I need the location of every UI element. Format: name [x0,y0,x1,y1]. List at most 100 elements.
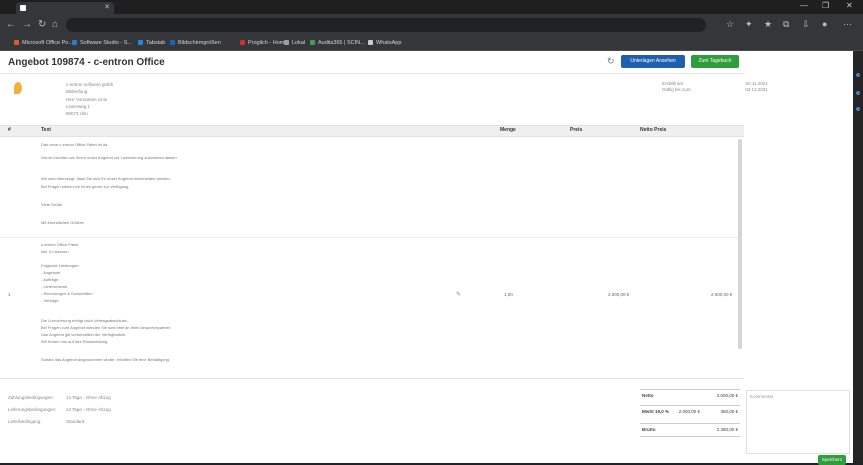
sidebar-dot-icon[interactable] [856,73,860,77]
offer-meta: Erstellt am: 03.11.2021 Gültig bis zum: … [662,81,768,93]
address-line: c-entron software gmbh [66,82,114,87]
vat-value: 380,00 € [720,409,738,414]
back-icon[interactable]: ← [6,19,16,31]
vat-base: 2.000,00 € [678,409,700,414]
delivery-terms-value: 14 Tage - Ohne Abzug [66,407,111,412]
col-text: Text [41,127,51,133]
item-line: - Rechnungen & Gutschriften [41,291,93,296]
close-tab-icon[interactable]: ✕ [104,2,110,14]
bookmark-item[interactable]: Tabstab [138,36,165,50]
total-row-vat: MwSt 19,0 % 2.000,00 € 380,00 € [640,405,740,418]
item-line: - Verträge [41,298,59,303]
item-line: - Aufträge [41,277,59,282]
payment-terms-value: 14 Tage - Ohne Abzug [66,395,111,400]
divider [0,73,744,74]
gross-value: 2.380,00 € [716,427,738,432]
bookmark-item[interactable]: Lokal [284,36,305,50]
page-title: Angebot 109874 - c-entron Office [8,57,165,68]
item-line: - Angebote [41,270,61,275]
bookmark-item[interactable]: Proglich - Home [240,36,287,50]
browser-tab-strip: ✕ — ❐ ✕ [0,0,863,14]
col-net-price: Netto Preis [640,127,667,133]
sidebar-dot-icon[interactable] [856,107,860,111]
gross-label: Brutto [642,427,656,432]
address-line: 89073 Ulm [66,111,88,117]
home-icon[interactable]: ⌂ [52,19,58,31]
profile-icon[interactable]: ● [822,19,827,29]
refresh-icon[interactable]: ↻ [607,56,615,67]
item-line: Wir freuen uns auf Ihre Rückmeldung. [41,339,109,344]
vat-label: MwSt 19,0 % [642,409,670,414]
delivery-condition-label: Lieferbedingung: [8,419,42,424]
bookmark-star-icon[interactable]: ☆ [726,19,734,30]
collections-icon[interactable]: ⧉ [783,19,789,30]
minimize-icon[interactable]: — [800,1,808,10]
logo-mark-icon [14,82,22,94]
sender-address: c-entron software gmbh Bildreifung Herr … [66,81,113,117]
bookmark-item[interactable]: Software Studio - S... [72,36,132,50]
company-logo [14,82,50,96]
reload-icon[interactable]: ↻ [38,19,46,31]
delivery-condition-value: Standard [66,419,85,424]
intro-line: Wir sind überzeugt, dass Sie sich für un… [41,176,171,181]
menu-icon[interactable]: ⋯ [843,19,852,30]
address-line: Bildreifung [66,89,88,95]
valid-until-value: 03.12.2021 [745,87,768,92]
intro-line: Gerne möchten wir Ihnen unser Angebot zu… [41,155,178,160]
net-label: Netto [642,393,654,398]
extension-icon[interactable]: ✦ [745,19,753,30]
col-price: Preis [570,127,583,133]
bookmarks-bar: Microsoft Office Po... Software Studio -… [0,36,863,51]
intro-line: Das neue c-entron Office Paket ist da. [41,142,109,147]
item-line: Folgende Leistungen: [41,263,80,268]
total-row-gross: Brutto 2.380,00 € [640,423,740,437]
row-divider [0,237,738,238]
browser-tab[interactable]: ✕ [16,2,114,14]
forward-icon[interactable]: → [22,19,32,31]
right-sidebar [853,51,863,463]
divider [0,378,744,379]
diary-button[interactable]: Zum Tagebuch [691,55,739,68]
payment-terms-label: Zahlungsbedingungen: [8,395,54,400]
net-value: 2.000,00 € [716,393,738,398]
bookmark-item[interactable]: Audits365 | SCIN... [310,36,365,50]
intro-line: Viele Grüße [41,202,63,207]
comment-field[interactable]: Kommentar [746,390,850,454]
edit-pencil-icon[interactable]: ✎ [456,291,461,298]
tab-favicon-icon [20,5,26,11]
bookmark-item[interactable]: Microsoft Office Po... [14,36,73,50]
item-line: inkl. 5 Lizenzen [41,249,69,254]
item-quantity: 1,00 [504,292,513,297]
intro-line: Mit freundlichen Grüßen [41,220,84,225]
item-line: Bei Fragen zum Angebot wenden Sie sich b… [41,325,172,330]
maximize-icon[interactable]: ❐ [822,1,829,10]
save-button[interactable]: Speichern [818,455,846,465]
view-documents-button[interactable]: Unterlagen Ansehen [621,55,685,68]
address-line: Linienweg 1 [66,103,91,109]
created-label: Erstellt am: [662,81,685,86]
col-number: # [8,127,11,133]
item-net-price: 2.000,00 € [711,292,733,297]
intro-line: Bei Fragen stehen wir Ihnen gerne zur Ve… [41,184,130,189]
item-line: Die Lizenzierung erfolgt nach Vertragsab… [41,318,128,323]
total-row-net: Netto 2.000,00 € [640,389,740,402]
item-number: 1 [8,292,11,297]
close-window-icon[interactable]: ✕ [846,1,853,10]
item-line: c-entron Office Paket [41,242,79,247]
address-bar[interactable] [66,18,706,32]
bookmark-item[interactable]: Bildschirmgrößen [170,36,221,50]
meta-row: Gültig bis zum: 03.12.2021 [662,87,768,93]
item-line: Das Angebot gilt vorbehaltlich der Verfü… [41,332,127,337]
address-line: Herr Vornamen Linie [66,96,108,102]
col-quantity: Menge [500,127,516,133]
table-body: Das neue c-entron Office Paket ist da. G… [0,136,744,376]
bookmark-item[interactable]: WhatsApp [368,36,401,50]
valid-until-label: Gültig bis zum: [662,87,692,92]
offer-page: Angebot 109874 - c-entron Office ↻ Unter… [0,51,853,465]
favorites-icon[interactable]: ★ [764,19,772,30]
downloads-icon[interactable]: ⇩ [802,19,810,30]
browser-toolbar: ← → ↻ ⌂ ☆ ✦ ★ ⧉ ⇩ ● ⋯ [0,14,863,36]
table-scrollbar[interactable] [738,139,742,349]
delivery-terms-label: Lieferungsbedingungen: [8,407,57,412]
sidebar-dot-icon[interactable] [856,91,860,95]
